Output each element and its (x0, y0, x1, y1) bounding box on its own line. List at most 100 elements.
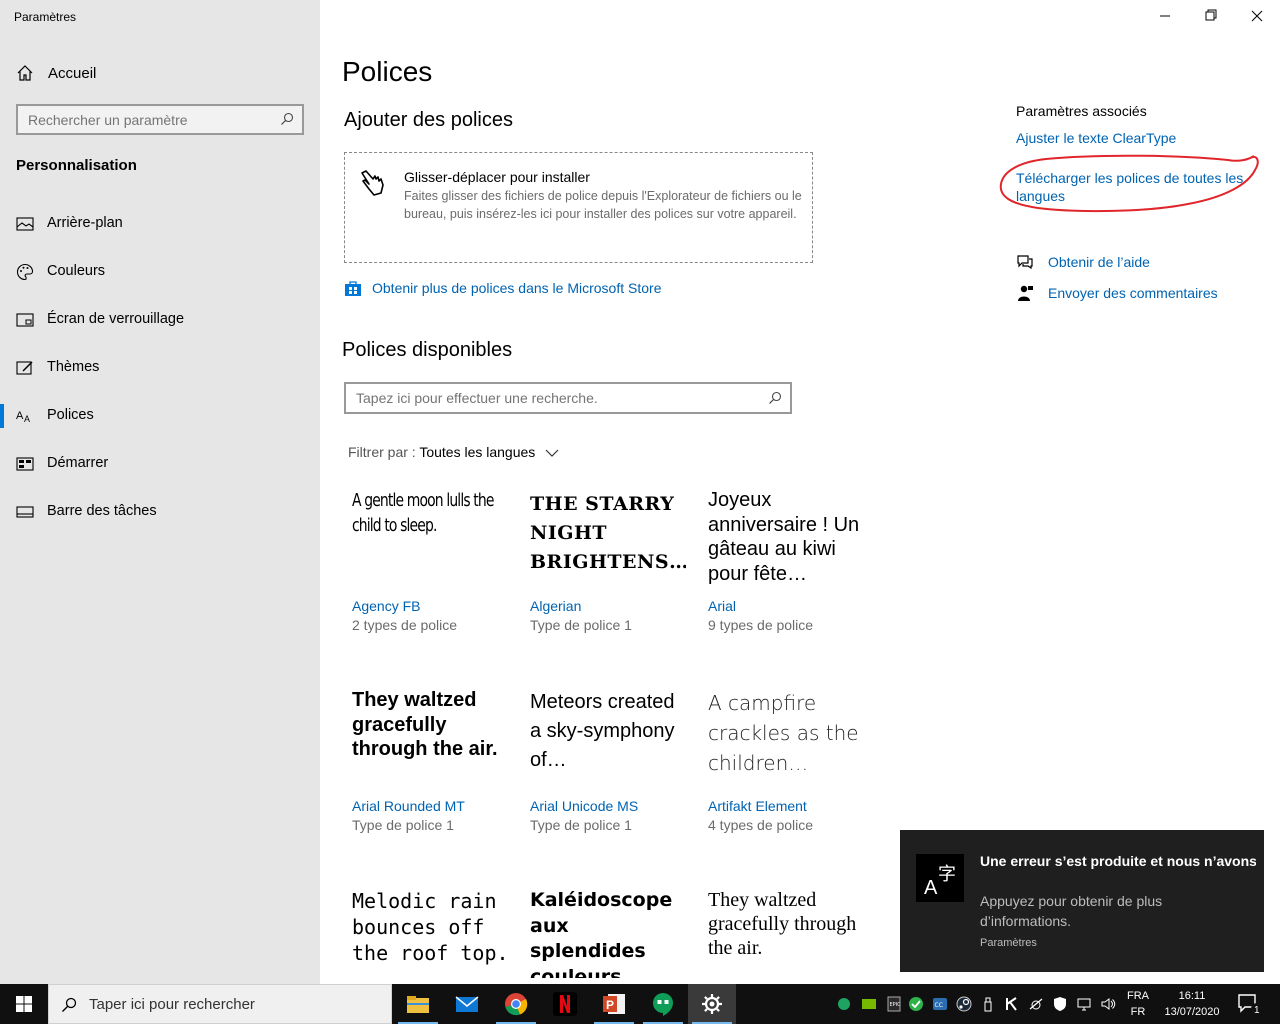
usb-device-icon[interactable] (980, 996, 996, 1012)
settings-search-input[interactable] (18, 106, 268, 133)
toast-body: Appuyez pour obtenir de plus d’informati… (980, 893, 1163, 929)
font-search-input[interactable] (346, 384, 756, 412)
minimize-button[interactable] (1142, 0, 1188, 32)
taskbar-app-file-explorer[interactable] (394, 984, 442, 1024)
font-sample: Meteors created a sky-symphony of… (530, 691, 675, 771)
nvidia-icon[interactable] (861, 996, 877, 1012)
font-card-arial-unicode-ms[interactable]: Meteors created a sky-symphony of… Arial… (530, 688, 690, 858)
sidebar-item-themes[interactable]: Thèmes (0, 348, 320, 388)
green-dot-icon[interactable] (836, 996, 852, 1012)
store-icon (345, 281, 361, 296)
svg-text:A: A (924, 877, 938, 899)
sidebar-item-label: Barre des tâches (47, 503, 157, 519)
lockscreen-icon (16, 313, 34, 327)
font-card-artifakt-element[interactable]: A campfire crackles as the children… Art… (708, 688, 868, 858)
taskbar-app-netflix[interactable] (541, 984, 589, 1024)
picture-icon (16, 217, 34, 231)
font-name: Agency FB (352, 598, 421, 614)
start-button[interactable] (0, 984, 48, 1024)
font-sample: They waltzed gracefully through the air. (352, 689, 498, 760)
epic-games-icon[interactable]: EPIC (886, 996, 902, 1012)
font-type-count: 2 types de police (352, 617, 458, 633)
svg-text:CC: CC (935, 1002, 943, 1009)
font-sample: A campfire crackles as the children… (708, 691, 859, 775)
feedback-icon (1018, 285, 1033, 301)
keyboard-layout-code: FR (1130, 1006, 1146, 1018)
font-type-count: Type de police 1 (530, 817, 632, 833)
search-icon[interactable] (768, 391, 782, 405)
sidebar-item-label: Couleurs (47, 263, 106, 279)
sidebar-item-fonts[interactable]: AA Polices (0, 396, 320, 436)
font-dropzone[interactable]: Glisser-déplacer pour installer Faites g… (344, 152, 813, 263)
taskbar-app-chrome[interactable] (492, 984, 540, 1024)
language-code: FRA (1127, 990, 1149, 1002)
sidebar-item-label: Polices (47, 407, 94, 423)
font-card[interactable]: They waltzed gracefully through the air. (708, 888, 868, 978)
sidebar-item-label: Arrière-plan (47, 215, 123, 231)
network-off-icon[interactable] (1028, 996, 1044, 1012)
font-card[interactable]: Kaléidoscope aux splendides couleurs. (530, 888, 690, 978)
help-chat-icon (1017, 255, 1033, 270)
related-settings-heading: Paramètres associés (1016, 103, 1147, 119)
taskbar-clock[interactable]: 16:11 13/07/2020 (1158, 988, 1226, 1020)
font-card-arial[interactable]: Joyeux anniversaire ! Un gâteau au kiwi … (708, 488, 868, 658)
sidebar: Paramètres Accueil Personnalisation Arri… (0, 0, 320, 984)
mail-icon (455, 996, 479, 1012)
taskbar-app-mail[interactable] (443, 984, 491, 1024)
steam-icon[interactable] (956, 996, 972, 1012)
sidebar-item-colors[interactable]: Couleurs (0, 252, 320, 292)
add-fonts-heading: Ajouter des polices (344, 109, 513, 131)
kaspersky-icon[interactable] (1004, 996, 1020, 1012)
sidebar-item-label: Démarrer (47, 455, 109, 471)
taskbar-app-hangouts[interactable] (639, 984, 687, 1024)
active-indicator (0, 404, 4, 428)
filter-label: Filtrer par : (348, 444, 416, 460)
action-center-icon[interactable]: 1 (1234, 992, 1264, 1016)
close-button[interactable] (1234, 0, 1280, 32)
font-card-arial-rounded-mt[interactable]: They waltzed gracefully through the air.… (352, 688, 512, 858)
page-title: Polices (342, 56, 433, 87)
taskbar-search-box[interactable]: Taper ici pour rechercher (48, 984, 392, 1024)
restore-button[interactable] (1188, 0, 1234, 32)
taskbar-search-placeholder: Taper ici pour rechercher (89, 996, 255, 1013)
font-name: Artifakt Element (708, 798, 807, 814)
search-icon[interactable] (280, 112, 294, 126)
font-card-algerian[interactable]: THE STARRY NIGHT BRIGHTENS… Algerian Typ… (530, 488, 690, 658)
sidebar-item-lockscreen[interactable]: Écran de verrouillage (0, 300, 320, 340)
svg-text:P: P (606, 998, 614, 1012)
clock-time: 16:11 (1178, 990, 1206, 1002)
chevron-down-icon[interactable] (545, 448, 559, 458)
language-filter[interactable]: Filtrer par : Toutes les langues (348, 444, 559, 460)
volume-icon[interactable] (1100, 996, 1116, 1012)
sync-icon[interactable] (908, 996, 924, 1012)
font-card-agency-fb[interactable]: A gentle moon lulls the child to sleep. … (352, 488, 512, 658)
taskbar-app-settings[interactable] (688, 984, 736, 1024)
input-language-indicator[interactable]: FRA FR (1124, 988, 1152, 1020)
creative-cloud-icon[interactable]: CC (932, 996, 948, 1012)
sidebar-item-home[interactable]: Accueil (0, 56, 320, 90)
clock-date: 13/07/2020 (1164, 1006, 1220, 1018)
shield-icon[interactable] (1052, 996, 1068, 1012)
store-link-label: Obtenir plus de polices dans le Microsof… (372, 280, 662, 296)
filter-dropdown-value[interactable]: Toutes les langues (419, 444, 535, 460)
start-icon (16, 457, 34, 471)
red-annotation-circle (999, 154, 1259, 213)
get-help-label: Obtenir de l’aide (1048, 254, 1150, 270)
sidebar-item-taskbar[interactable]: Barre des tâches (0, 492, 320, 532)
toast-title: Une erreur s’est produite et nous n’avon… (980, 853, 1256, 869)
font-search-field[interactable] (344, 382, 792, 414)
palette-icon (17, 263, 34, 281)
font-name: Arial (708, 598, 737, 614)
font-card[interactable]: Melodic rain bounces off the roof top. (352, 888, 512, 978)
cleartype-link[interactable]: Ajuster le texte ClearType (1016, 129, 1176, 147)
settings-search-field[interactable] (16, 104, 304, 135)
error-notification-toast[interactable]: A字 Une erreur s’est produite et nous n’a… (900, 830, 1264, 972)
settings-icon (702, 994, 722, 1014)
section-heading: Personnalisation (16, 157, 137, 174)
font-icon: AA (16, 410, 30, 424)
close-icon (1251, 10, 1263, 22)
sidebar-item-background[interactable]: Arrière-plan (0, 204, 320, 244)
sidebar-item-start[interactable]: Démarrer (0, 444, 320, 484)
network-icon[interactable] (1076, 996, 1092, 1012)
taskbar-app-powerpoint[interactable]: P (590, 984, 638, 1024)
